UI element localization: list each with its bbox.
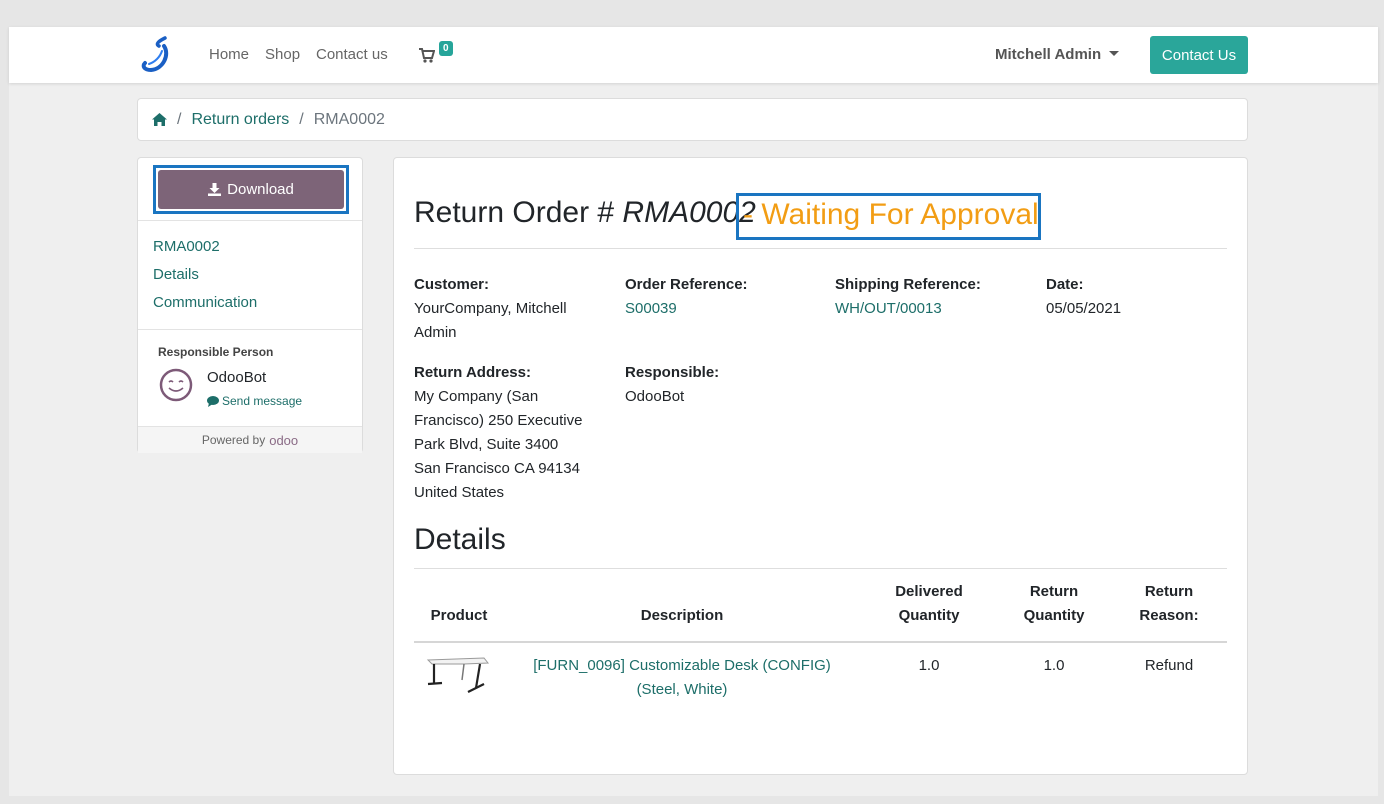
return-address-line: Francisco) 250 Executive: [414, 412, 583, 429]
nav-contact-us[interactable]: Contact us: [316, 46, 388, 63]
download-highlight: Download: [153, 165, 349, 214]
return-address-label: Return Address:: [414, 364, 531, 381]
page-title: Return Order # RMA0002: [414, 196, 756, 230]
details-heading: Details: [414, 523, 506, 556]
responsible-value: OdooBot: [625, 388, 685, 405]
description-line: (Steel, White): [636, 681, 728, 698]
table-header-divider: [414, 641, 1227, 643]
comment-icon: [207, 395, 219, 407]
header-line: Quantity: [1023, 607, 1085, 624]
home-icon[interactable]: [152, 113, 167, 126]
download-button[interactable]: Download: [158, 170, 344, 209]
return-reason-value: Refund: [1144, 657, 1194, 674]
caret-down-icon: [1109, 50, 1120, 56]
title-divider: [414, 248, 1227, 249]
breadcrumb-return-orders[interactable]: Return orders: [191, 111, 289, 129]
header-line: Return: [1144, 583, 1194, 600]
nav-home[interactable]: Home: [209, 46, 249, 63]
breadcrumb-separator: /: [299, 110, 304, 128]
delivered-quantity-value: 1.0: [918, 657, 940, 674]
breadcrumb: / Return orders / RMA0002: [137, 98, 1248, 141]
return-address-line: San Francisco CA 94134: [414, 460, 580, 477]
breadcrumb-current: RMA0002: [313, 110, 385, 128]
header-line: Quantity: [898, 607, 960, 624]
user-menu-dropdown[interactable]: Mitchell Admin: [995, 46, 1120, 63]
cart-count-badge: 0: [439, 41, 453, 56]
sidebar-link-communication[interactable]: Communication: [153, 294, 257, 311]
download-icon: [208, 183, 222, 196]
return-address-line: My Company (San: [414, 388, 539, 405]
cart-button[interactable]: 0: [419, 41, 459, 67]
odoo-logo[interactable]: odoo: [269, 433, 298, 448]
date-label: Date:: [1046, 276, 1084, 293]
divider: [138, 220, 362, 221]
customer-value-line1: YourCompany, Mitchell: [414, 300, 567, 317]
sidebar-link-rma[interactable]: RMA0002: [153, 238, 220, 255]
send-message-link[interactable]: Send message: [207, 394, 302, 408]
user-name: Mitchell Admin: [995, 46, 1102, 63]
header-line: Return: [1029, 583, 1079, 600]
top-navbar: Home Shop Contact us 0 Mitchell Admin Co…: [9, 27, 1378, 83]
header-line: Reason:: [1139, 607, 1199, 624]
title-prefix: Return Order #: [414, 196, 623, 229]
return-order-card: Return Order # RMA0002 - Waiting For App…: [393, 157, 1248, 775]
company-logo[interactable]: [139, 35, 177, 75]
breadcrumb-separator: /: [177, 110, 182, 128]
column-header-return-quantity: Return Quantity: [999, 580, 1109, 628]
column-header-description: Description: [640, 607, 724, 624]
responsible-person-title: Responsible Person: [158, 345, 274, 359]
nav-shop[interactable]: Shop: [265, 46, 300, 63]
order-status: - Waiting For Approval: [743, 198, 1039, 231]
column-header-delivered-quantity: Delivered Quantity: [874, 580, 984, 628]
description-line: [FURN_0096] Customizable Desk (CONFIG): [533, 657, 831, 674]
order-reference-link[interactable]: S00039: [625, 297, 677, 321]
return-address-line: Park Blvd, Suite 3400: [414, 436, 559, 453]
details-divider: [414, 568, 1227, 569]
column-header-product: Product: [430, 607, 488, 624]
product-description-link[interactable]: [FURN_0096] Customizable Desk (CONFIG) (…: [524, 654, 840, 702]
shipping-reference-label: Shipping Reference:: [835, 276, 981, 293]
contact-us-button[interactable]: Contact Us: [1150, 36, 1248, 74]
return-address-line: United States: [414, 484, 505, 501]
send-message-label: Send message: [222, 394, 303, 408]
product-image-desk[interactable]: [424, 654, 490, 698]
divider: [138, 329, 362, 330]
column-header-return-reason: Return Reason:: [1119, 580, 1219, 628]
return-quantity-value: 1.0: [1043, 657, 1065, 674]
shipping-reference-link[interactable]: WH/OUT/00013: [835, 297, 942, 321]
download-label: Download: [227, 181, 294, 198]
sidebar-panel: Download RMA0002 Details Communication R…: [137, 157, 363, 453]
powered-by-text: Powered by: [201, 433, 266, 447]
customer-value-line2: Admin: [414, 324, 457, 341]
status-highlight: - Waiting For Approval: [736, 193, 1041, 240]
cart-icon: [419, 48, 435, 63]
responsible-label: Responsible:: [625, 364, 720, 381]
header-line: Delivered: [895, 583, 963, 600]
date-value: 05/05/2021: [1046, 300, 1122, 317]
odoobot-avatar: [159, 368, 193, 402]
order-reference-label: Order Reference:: [625, 276, 748, 293]
customer-label: Customer:: [414, 276, 490, 293]
powered-by-footer: Powered by odoo: [138, 426, 362, 453]
responsible-name: OdooBot: [207, 369, 267, 386]
sidebar-link-details[interactable]: Details: [153, 266, 199, 283]
